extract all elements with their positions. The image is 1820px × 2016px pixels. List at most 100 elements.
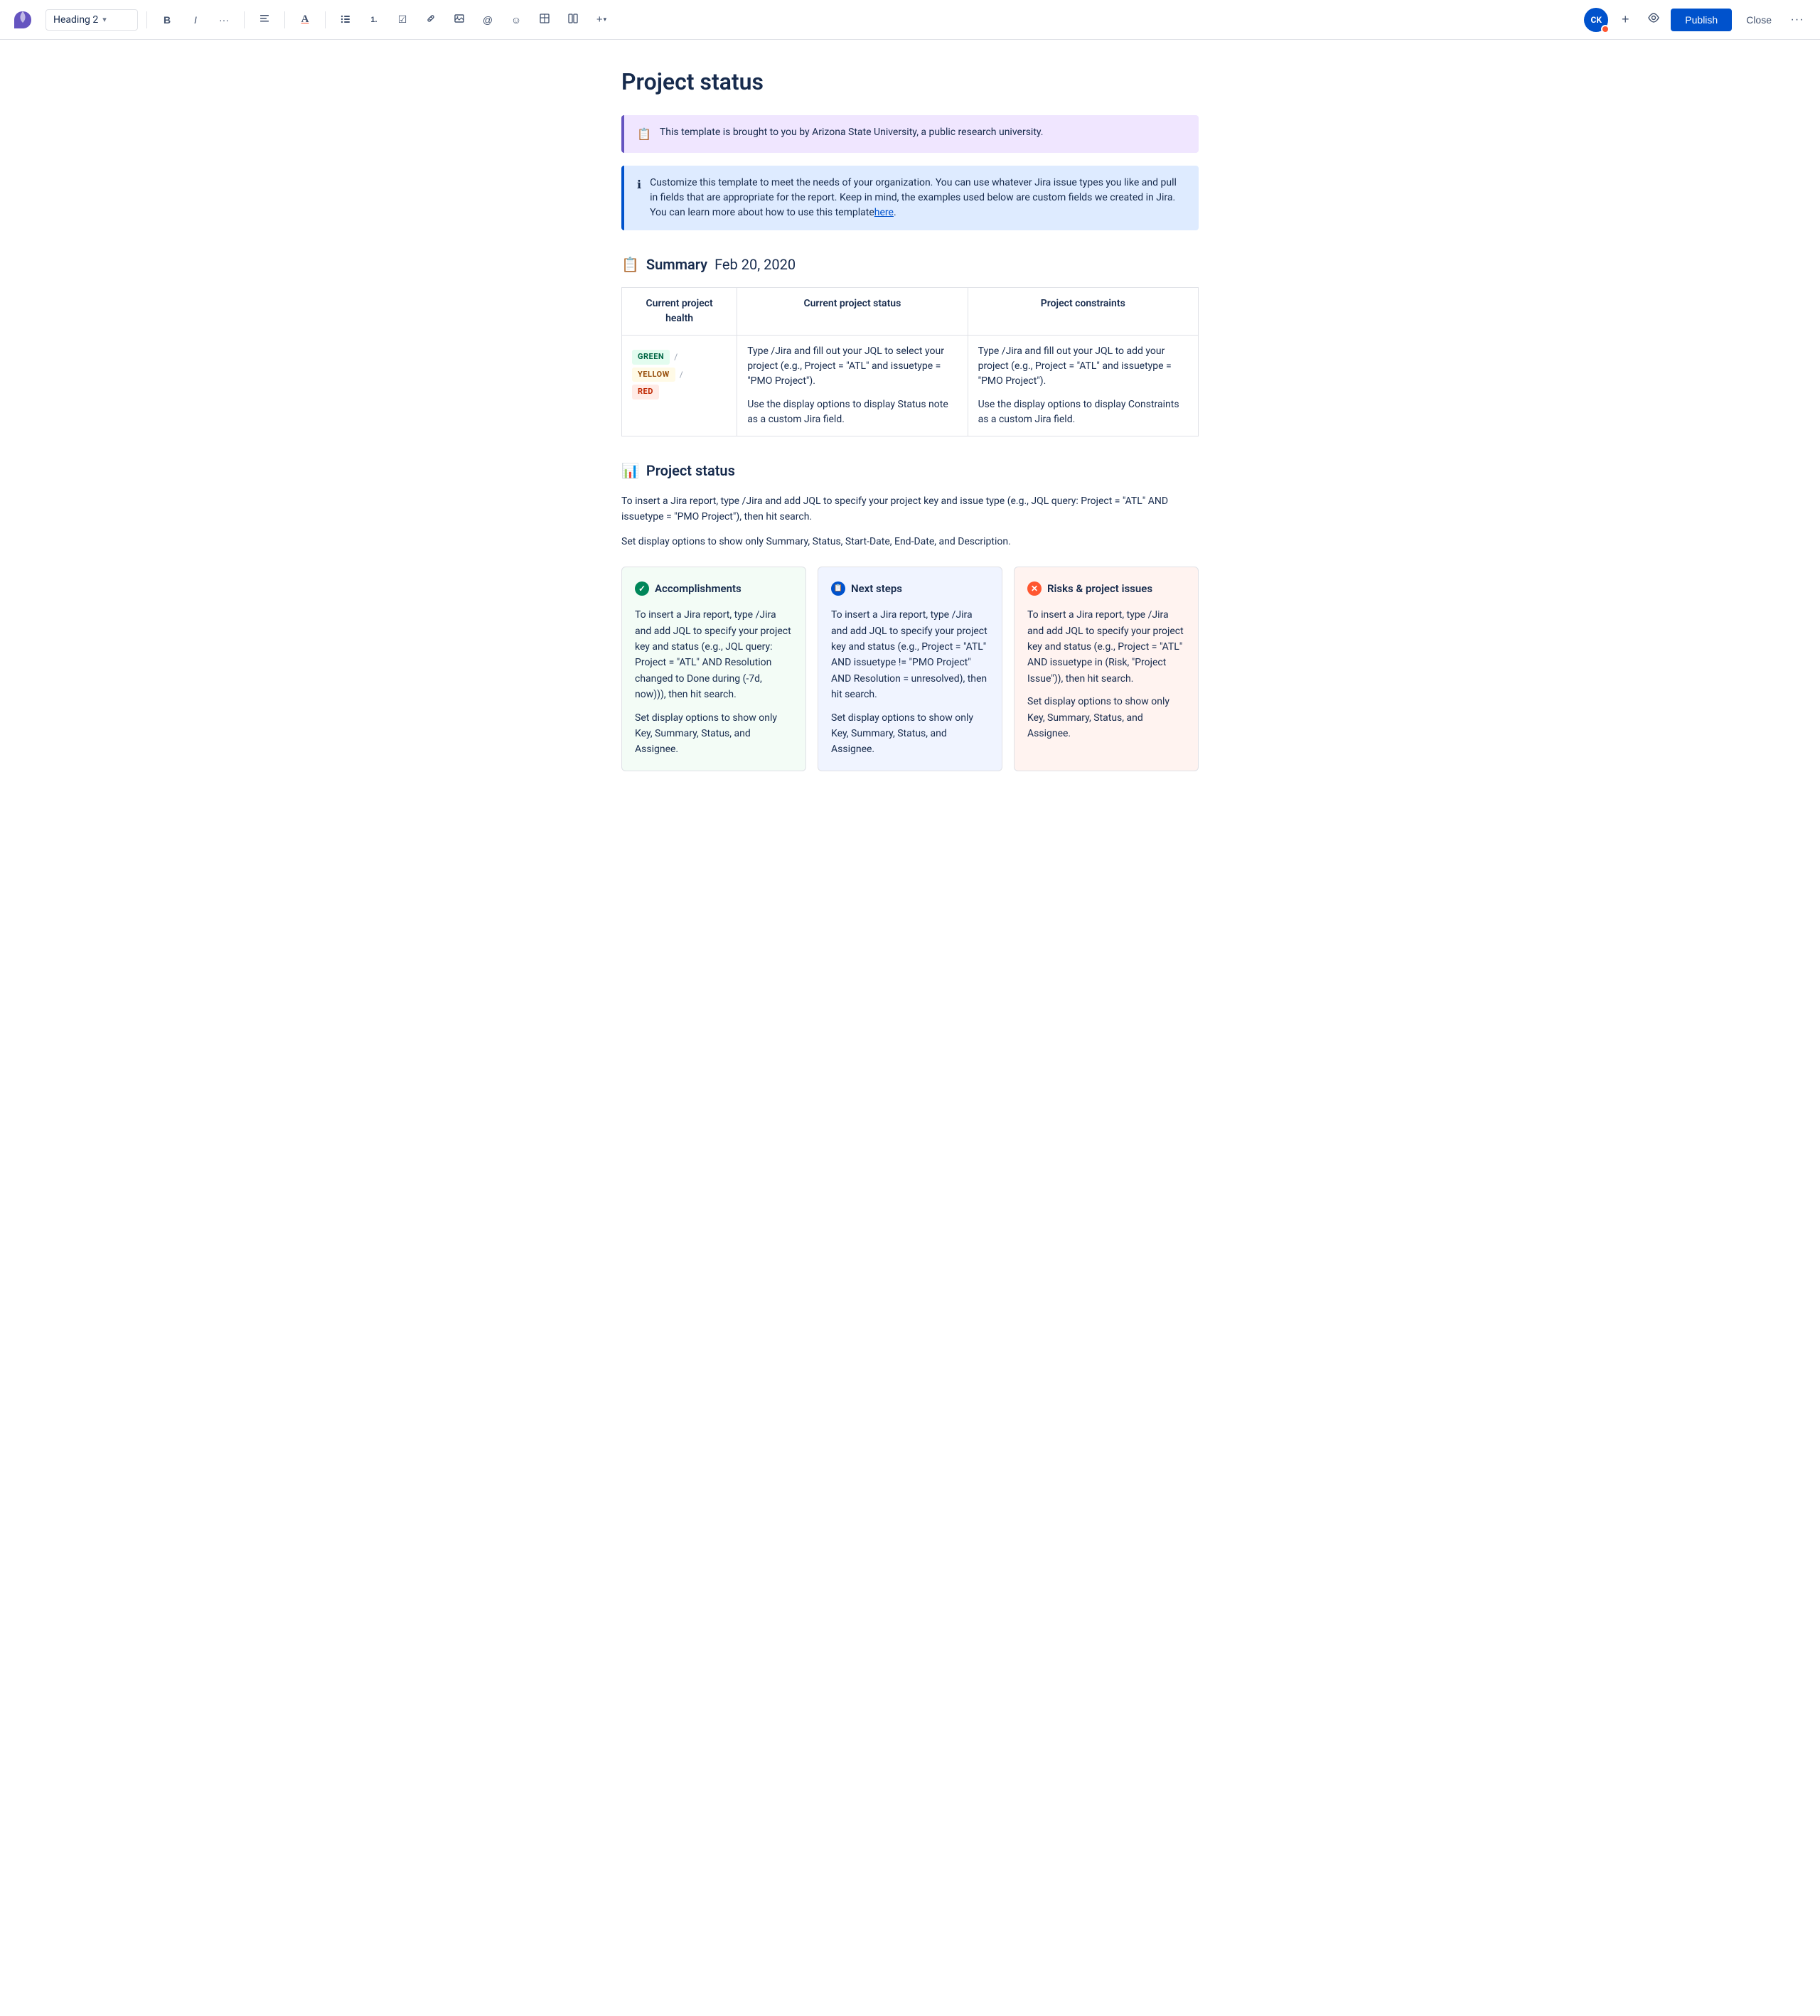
yellow-badge-row: YELLOW / (632, 368, 727, 382)
toolbar-divider-1 (146, 11, 147, 28)
accomplishments-body: To insert a Jira report, type /Jira and … (635, 607, 793, 758)
yellow-badge: YELLOW (632, 368, 675, 382)
image-icon (454, 13, 465, 26)
main-content: Project status 📋 This template is brough… (604, 40, 1216, 814)
task-icon: ☑ (398, 14, 407, 26)
heading-dropdown[interactable]: Heading 2 ▾ (46, 9, 138, 31)
close-button[interactable]: Close (1738, 9, 1780, 31)
ordered-list-button[interactable]: 1. (363, 9, 385, 31)
mention-button[interactable]: @ (476, 9, 499, 31)
table-header-constraints: Project constraints (968, 288, 1198, 336)
template-info-text: This template is brought to you by Arizo… (660, 125, 1044, 140)
next-steps-card-header: 📋 Next steps (831, 580, 989, 597)
table-row: GREEN / YELLOW / RED Type / (622, 336, 1199, 436)
table-header-status: Current project status (737, 288, 968, 336)
badge-slash-1: / (674, 350, 678, 363)
user-avatar[interactable]: CK (1584, 8, 1608, 32)
accomplishments-card-header: ✓ Accomplishments (635, 580, 793, 597)
more-options-icon: ··· (1791, 14, 1804, 26)
toolbar-divider-2 (244, 11, 245, 28)
status-table: Current project health Current project s… (621, 287, 1199, 436)
link-button[interactable] (419, 9, 442, 31)
summary-heading: 📋 Summary Feb 20, 2020 (621, 256, 1199, 273)
heading-label: Heading 2 (53, 14, 98, 26)
layout-icon (567, 13, 579, 26)
watch-icon (1647, 11, 1660, 28)
summary-icon: 📋 (621, 256, 639, 273)
add-collaborator-button[interactable]: + (1614, 9, 1637, 31)
emoji-icon: ☺ (511, 14, 521, 26)
text-color-icon: A (301, 14, 309, 26)
project-status-body-1: To insert a Jira report, type /Jira and … (621, 493, 1199, 525)
table-header-health: Current project health (622, 288, 737, 336)
more-formatting-button[interactable]: ··· (213, 9, 235, 31)
risks-title: Risks & project issues (1047, 580, 1152, 597)
app-logo (11, 9, 34, 31)
insert-plus-icon: + (596, 14, 603, 26)
status-cell-text: Type /Jira and fill out your JQL to sele… (747, 344, 957, 427)
risks-body: To insert a Jira report, type /Jira and … (1027, 607, 1185, 741)
bold-button[interactable]: B (156, 9, 178, 31)
accomplishments-title: Accomplishments (655, 580, 742, 597)
task-button[interactable]: ☑ (391, 9, 414, 31)
red-badge: RED (632, 385, 659, 400)
insert-button[interactable]: + ▾ (590, 9, 613, 31)
next-steps-body: To insert a Jira report, type /Jira and … (831, 607, 989, 758)
toolbar-right: CK + Publish Close ··· (1584, 8, 1809, 32)
image-button[interactable] (448, 9, 471, 31)
chevron-down-icon: ▾ (102, 15, 107, 24)
next-steps-card: 📋 Next steps To insert a Jira report, ty… (818, 567, 1002, 771)
risks-card: ✕ Risks & project issues To insert a Jir… (1014, 567, 1199, 771)
align-button[interactable] (253, 9, 276, 31)
risks-card-header: ✕ Risks & project issues (1027, 580, 1185, 597)
health-cell: GREEN / YELLOW / RED (622, 336, 737, 436)
table-button[interactable] (533, 9, 556, 31)
more-options-button[interactable]: ··· (1786, 9, 1809, 31)
ordered-list-icon: 1. (370, 16, 377, 24)
mention-icon: @ (483, 14, 493, 26)
status-cell: Type /Jira and fill out your JQL to sele… (737, 336, 968, 436)
summary-date: Feb 20, 2020 (714, 256, 796, 273)
bullet-list-button[interactable] (334, 9, 357, 31)
toolbar: Heading 2 ▾ B I ··· A (0, 0, 1820, 40)
notification-badge (1601, 25, 1610, 33)
layout-button[interactable] (562, 9, 584, 31)
cards-grid: ✓ Accomplishments To insert a Jira repor… (621, 567, 1199, 771)
italic-button[interactable]: I (184, 9, 207, 31)
status-badges: GREEN / YELLOW / RED (632, 344, 727, 405)
accomplishments-card: ✓ Accomplishments To insert a Jira repor… (621, 567, 806, 771)
project-status-heading: 📊 Project status (621, 462, 1199, 479)
next-steps-icon: 📋 (831, 581, 845, 596)
constraints-cell-text: Type /Jira and fill out your JQL to add … (978, 344, 1188, 427)
bullet-list-icon (340, 13, 351, 26)
text-color-button[interactable]: A (294, 9, 316, 31)
project-status-body-2: Set display options to show only Summary… (621, 534, 1199, 549)
avatar-initials: CK (1591, 15, 1602, 25)
info-icon: ℹ (637, 176, 641, 193)
toolbar-divider-4 (325, 11, 326, 28)
green-badge: GREEN (632, 350, 670, 365)
toolbar-divider-3 (284, 11, 285, 28)
link-icon (425, 13, 437, 26)
here-link[interactable]: here (874, 207, 894, 218)
risks-icon: ✕ (1027, 581, 1042, 596)
align-icon (259, 13, 270, 26)
add-icon: + (1622, 12, 1629, 27)
publish-button[interactable]: Publish (1671, 9, 1732, 31)
red-badge-row: RED (632, 385, 727, 400)
customize-info-text: Customize this template to meet the need… (650, 176, 1186, 220)
insert-chevron-icon: ▾ (604, 16, 607, 23)
summary-label: Summary (646, 256, 707, 273)
constraints-cell: Type /Jira and fill out your JQL to add … (968, 336, 1198, 436)
template-icon: 📋 (637, 126, 651, 143)
accomplishments-icon: ✓ (635, 581, 649, 596)
table-icon (539, 13, 550, 26)
badge-slash-2: / (680, 368, 683, 381)
project-status-label: Project status (646, 462, 735, 479)
customize-info-box: ℹ Customize this template to meet the ne… (621, 166, 1199, 230)
green-badge-row: GREEN / (632, 350, 727, 365)
watch-button[interactable] (1642, 9, 1665, 31)
page-title: Project status (621, 68, 1199, 95)
emoji-button[interactable]: ☺ (505, 9, 528, 31)
next-steps-title: Next steps (851, 580, 902, 597)
